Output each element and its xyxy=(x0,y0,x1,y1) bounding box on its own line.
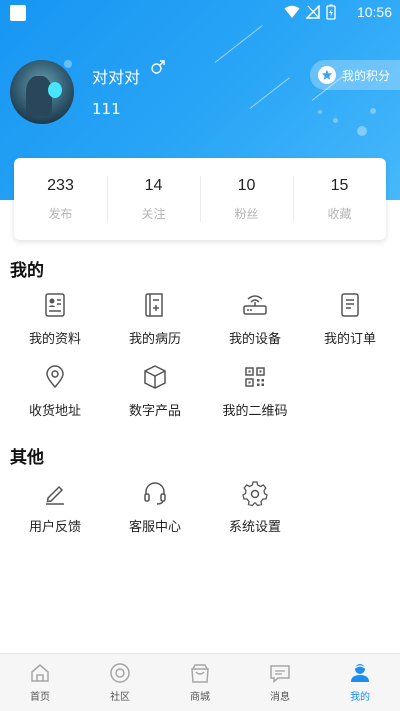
stats-card: 233 发布 14 关注 10 粉丝 15 收藏 xyxy=(14,158,386,240)
battery-icon xyxy=(326,4,336,20)
grid-item-label: 我的病历 xyxy=(128,332,181,347)
username: 对对对 xyxy=(92,68,141,87)
headset-icon xyxy=(144,482,166,505)
digital-product-item[interactable]: 数字产品 xyxy=(105,364,205,419)
nav-label: 消息 xyxy=(270,692,290,703)
stat-favorites[interactable]: 15 收藏 xyxy=(293,158,386,240)
stat-label: 发布 xyxy=(48,206,73,221)
nav-label: 社区 xyxy=(110,692,130,703)
grid-item-label: 我的资料 xyxy=(28,332,81,347)
my-profile-item[interactable]: 我的资料 xyxy=(5,292,105,347)
grid-item-label: 数字产品 xyxy=(128,404,181,419)
stat-value: 15 xyxy=(330,176,349,194)
bottom-nav: 首页 社区 商城 消息 我的 xyxy=(0,653,400,711)
decor-dot xyxy=(64,60,72,68)
location-pin-icon xyxy=(46,365,64,389)
section-title-my: 我的 xyxy=(10,261,44,281)
user-id: 111 xyxy=(92,100,121,118)
grid-item-label: 我的二维码 xyxy=(222,404,288,419)
nav-messages[interactable]: 消息 xyxy=(240,654,320,711)
nav-mine[interactable]: 我的 xyxy=(320,654,400,711)
grid-item-label: 系统设置 xyxy=(228,520,281,535)
no-signal-icon xyxy=(306,5,320,19)
system-settings-item[interactable]: 系统设置 xyxy=(205,480,305,535)
decor-dot xyxy=(370,108,376,114)
stat-value: 14 xyxy=(144,176,163,194)
status-bar: 10:56 xyxy=(0,0,400,28)
nav-label: 我的 xyxy=(350,692,370,703)
wifi-icon xyxy=(284,5,300,18)
home-icon xyxy=(31,664,49,682)
stat-label: 粉丝 xyxy=(234,206,259,221)
notification-icon xyxy=(10,5,26,21)
qr-code-icon xyxy=(245,367,265,387)
decor-streak xyxy=(249,77,290,109)
order-document-icon xyxy=(341,293,359,317)
my-order-item[interactable]: 我的订单 xyxy=(300,292,400,347)
decor-streak xyxy=(214,25,263,63)
grid-item-label: 我的设备 xyxy=(228,332,281,347)
status-time: 10:56 xyxy=(356,4,392,20)
router-device-icon xyxy=(243,295,267,315)
stat-label: 关注 xyxy=(141,206,166,221)
shopping-bag-icon xyxy=(191,664,209,683)
gear-icon xyxy=(242,481,268,506)
customer-service-item[interactable]: 客服中心 xyxy=(105,480,205,535)
community-icon xyxy=(110,663,130,683)
nav-label: 首页 xyxy=(30,692,50,703)
stat-value: 233 xyxy=(47,176,74,194)
stat-value: 10 xyxy=(237,176,256,194)
user-icon xyxy=(351,664,369,682)
star-icon xyxy=(318,66,336,84)
stat-following[interactable]: 14 关注 xyxy=(107,158,200,240)
section-title-other: 其他 xyxy=(10,448,44,468)
avatar-figure xyxy=(26,76,52,116)
grid-item-label: 客服中心 xyxy=(128,520,181,535)
my-points-button[interactable]: 我的积分 xyxy=(310,60,400,90)
decor-dot xyxy=(318,110,322,114)
stat-label: 收藏 xyxy=(327,206,352,221)
user-feedback-item[interactable]: 用户反馈 xyxy=(5,480,105,535)
message-icon xyxy=(270,665,290,684)
medical-record-icon xyxy=(145,293,163,317)
decor-dot xyxy=(333,118,338,123)
nav-mall[interactable]: 商城 xyxy=(160,654,240,711)
grid-item-label: 收货地址 xyxy=(28,404,81,419)
nav-community[interactable]: 社区 xyxy=(80,654,160,711)
profile-card-icon xyxy=(45,293,65,317)
pencil-icon xyxy=(46,485,64,505)
grid-item-label: 我的订单 xyxy=(323,332,376,347)
avatar[interactable] xyxy=(10,60,74,124)
nav-label: 商城 xyxy=(190,692,210,703)
grid-item-label: 用户反馈 xyxy=(28,520,81,535)
status-icons xyxy=(284,4,336,20)
male-gender-icon xyxy=(151,60,165,74)
my-qr-code-item[interactable]: 我的二维码 xyxy=(205,364,305,419)
stat-posts[interactable]: 233 发布 xyxy=(14,158,107,240)
stat-followers[interactable]: 10 粉丝 xyxy=(200,158,293,240)
my-device-item[interactable]: 我的设备 xyxy=(205,292,305,347)
points-label: 我的积分 xyxy=(342,68,391,83)
cube-icon xyxy=(144,365,166,389)
avatar-glow xyxy=(48,82,62,98)
my-medical-record-item[interactable]: 我的病历 xyxy=(105,292,205,347)
shipping-address-item[interactable]: 收货地址 xyxy=(5,364,105,419)
nav-home[interactable]: 首页 xyxy=(0,654,80,711)
decor-dot xyxy=(357,126,367,136)
